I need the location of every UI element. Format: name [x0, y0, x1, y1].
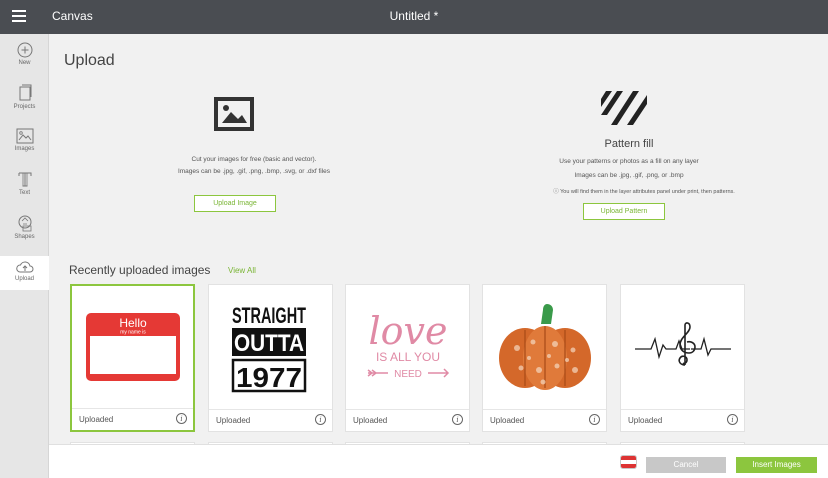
- card-label: Uploaded: [628, 416, 663, 425]
- upload-image-button[interactable]: Upload Image: [194, 195, 276, 212]
- footer-bar: Cancel Insert Images: [49, 444, 828, 478]
- image-card[interactable]: Hello my name is Uploaded i: [70, 284, 195, 432]
- info-icon[interactable]: i: [452, 414, 463, 425]
- sidebar-item-upload[interactable]: Upload: [0, 256, 49, 290]
- image-card[interactable]: Uploaded i: [482, 284, 607, 432]
- cancel-button[interactable]: Cancel: [646, 457, 726, 473]
- hello-text: Hello: [119, 316, 147, 330]
- card-label: Uploaded: [490, 416, 525, 425]
- upload-description: Cut your images for free (basic and vect…: [191, 156, 317, 163]
- page-title: Upload: [64, 52, 115, 69]
- pattern-note: ⓘ You will find them in the layer attrib…: [553, 189, 735, 195]
- love-arrow-image: love IS ALL YOU NEED: [367, 309, 449, 380]
- upload-panel: Upload Cut your images for free (basic a…: [49, 34, 828, 448]
- flag-icon[interactable]: [620, 455, 637, 469]
- projects-icon: [19, 84, 31, 101]
- pumpkin-image: [498, 304, 591, 390]
- card-footer: Uploaded i: [483, 409, 606, 431]
- sidebar-item-label: Upload: [14, 276, 34, 282]
- straight-text: STRAIGHT: [232, 303, 306, 328]
- sidebar-item-label: Images: [14, 146, 35, 152]
- top-bar: Canvas Untitled *: [0, 0, 828, 34]
- sidebar-item-label: Text: [18, 190, 30, 196]
- upload-cloud-icon: [15, 261, 33, 273]
- card-label: Uploaded: [353, 416, 388, 425]
- document-title[interactable]: Untitled *: [0, 9, 828, 23]
- shapes-icon: [18, 215, 31, 232]
- view-all-link[interactable]: View All: [228, 266, 256, 275]
- hello-name-tag-image: Hello my name is: [85, 313, 180, 381]
- sidebar-item-label: Projects: [13, 104, 36, 110]
- pattern-icon: [601, 91, 647, 125]
- sidebar-item-shapes[interactable]: Shapes: [0, 214, 49, 248]
- card-footer: Uploaded i: [209, 409, 332, 431]
- card-label: Uploaded: [216, 416, 251, 425]
- love-subtext: IS ALL YOU: [375, 350, 439, 364]
- info-icon[interactable]: i: [315, 414, 326, 425]
- text-icon: [18, 172, 31, 187]
- card-image: STRAIGHT OUTTA 1977: [209, 285, 332, 407]
- year-text: 1977: [236, 362, 302, 393]
- insert-images-button[interactable]: Insert Images: [736, 457, 817, 473]
- sidebar: New Projects Images Text Shapes Upload: [0, 34, 49, 478]
- pattern-description: Use your patterns or photos as a fill on…: [559, 158, 699, 165]
- card-label: Uploaded: [79, 415, 114, 424]
- straight-outta-image: STRAIGHT OUTTA 1977: [231, 303, 306, 393]
- info-icon[interactable]: i: [589, 414, 600, 425]
- info-icon[interactable]: i: [727, 414, 738, 425]
- outta-text: OUTTA: [234, 330, 304, 357]
- card-footer: Uploaded i: [621, 409, 744, 431]
- recent-uploads-title: Recently uploaded images: [69, 263, 211, 277]
- images-icon: [16, 128, 33, 144]
- need-text: NEED: [394, 369, 422, 380]
- info-icon[interactable]: i: [176, 413, 187, 424]
- pattern-file-types: Images can be .jpg, .gif, .png, or .bmp: [574, 172, 684, 179]
- plus-circle-icon: [17, 42, 32, 58]
- sidebar-item-label: Shapes: [14, 234, 35, 240]
- image-upload-icon: [214, 97, 254, 131]
- image-card[interactable]: STRAIGHT OUTTA 1977 Uploaded i: [208, 284, 333, 432]
- hello-subtext: my name is: [120, 330, 146, 336]
- upload-file-types: Images can be .jpg, .gif, .png, .bmp, .s…: [177, 168, 331, 175]
- image-card[interactable]: love IS ALL YOU NEED Uploaded i: [345, 284, 470, 432]
- sidebar-item-images[interactable]: Images: [0, 128, 49, 162]
- sidebar-item-projects[interactable]: Projects: [0, 84, 49, 118]
- image-card[interactable]: Uploaded i: [620, 284, 745, 432]
- card-footer: Uploaded i: [346, 409, 469, 431]
- card-image: [483, 285, 606, 407]
- pattern-fill-title: Pattern fill: [604, 138, 654, 150]
- card-image: Hello my name is: [72, 286, 193, 408]
- love-text: love: [368, 309, 447, 353]
- upload-pattern-button[interactable]: Upload Pattern: [583, 203, 665, 220]
- card-footer: Uploaded i: [72, 408, 193, 430]
- sidebar-item-text[interactable]: Text: [0, 170, 49, 204]
- heartbeat-treble-clef-image: [634, 322, 731, 366]
- sidebar-item-new[interactable]: New: [0, 42, 49, 76]
- sidebar-item-label: New: [18, 60, 31, 66]
- card-image: [621, 285, 744, 407]
- card-image: love IS ALL YOU NEED: [346, 285, 469, 407]
